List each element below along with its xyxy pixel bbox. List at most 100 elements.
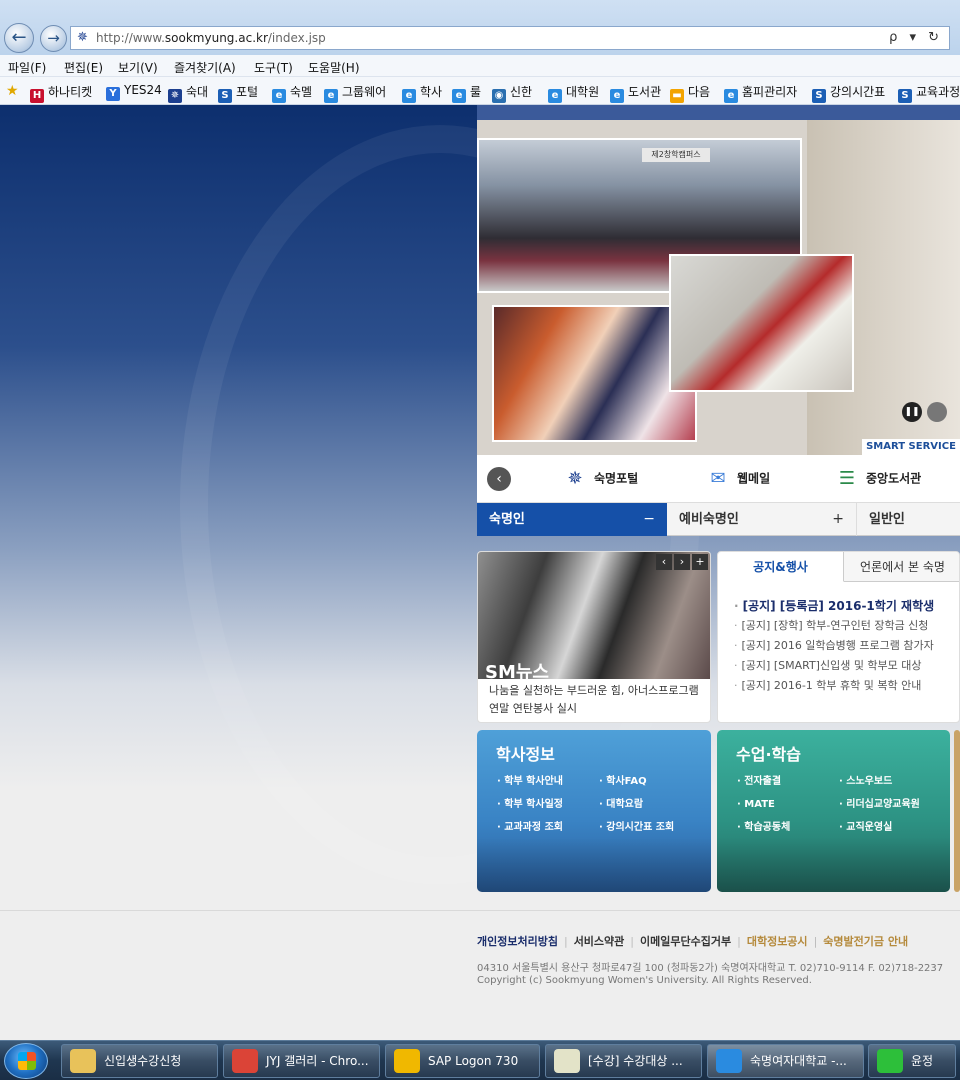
footer-separator: | xyxy=(737,935,741,948)
next-icon[interactable]: › xyxy=(674,554,690,570)
favorite-link[interactable]: ▬ 다음 xyxy=(670,83,710,103)
notice-item[interactable]: [공지] [장학] 학부-연구인턴 장학금 신청 xyxy=(734,616,959,636)
menu-item[interactable]: 도구(T) xyxy=(254,59,293,76)
footer-link[interactable]: 개인정보처리방침 xyxy=(477,935,558,948)
tab-label: 일반인 xyxy=(869,512,905,527)
pause-button[interactable]: ❚❚ xyxy=(902,402,922,422)
menu-item[interactable]: 보기(V) xyxy=(118,59,158,76)
footer-address: 04310 서울특별시 용산구 청파로47길 100 (청파동2가) 숙명여자대… xyxy=(477,963,944,974)
notice-item[interactable]: [공지] [등록금] 2016-1학기 재학생 xyxy=(734,596,959,616)
menu-item[interactable]: 편집(E) xyxy=(64,59,103,76)
menu-item[interactable]: 즐겨찾기(A) xyxy=(174,59,236,76)
quick-links: ‹ ✵ 숙명포털 ✉ 웹메일 ☰ 중앙도서관 xyxy=(477,455,960,503)
favorite-link[interactable]: S 강의시간표 xyxy=(812,83,885,103)
address-tools[interactable]: ρ ▾ ↻ xyxy=(889,30,943,45)
tab-audience-1[interactable]: 예비숙명인 + xyxy=(667,503,857,536)
start-button[interactable] xyxy=(4,1043,48,1079)
favorites-bar: ★ H 하나티켓 Y YES24 ✵ 숙대 S 포털 e 숙멜 e 그룹웨어 e 학사 e 룰 ◉ 신한 e 대학원 e… xyxy=(0,77,960,105)
smart-service-label[interactable]: SMART SERVICE xyxy=(862,439,960,455)
favorite-link[interactable]: ◉ 신한 xyxy=(492,83,532,103)
footer-separator: | xyxy=(813,935,818,948)
footer-link[interactable]: 숙명발전기금 안내 xyxy=(823,935,908,948)
box-link[interactable]: 학부 학사일정 xyxy=(497,793,563,816)
notice-panel: 공지&행사 언론에서 본 숙명 [공지] [등록금] 2016-1학기 재학생[… xyxy=(717,551,960,723)
slide-dot-button[interactable] xyxy=(927,402,947,422)
favorite-label: 홈피관리자 xyxy=(742,85,798,99)
box-link[interactable]: 대학요람 xyxy=(599,793,674,816)
favorite-link[interactable]: H 하나티켓 xyxy=(30,83,92,103)
box-link[interactable]: 학습공동체 xyxy=(737,816,790,839)
quicklinks-prev-button[interactable]: ‹ xyxy=(487,467,511,491)
box-link[interactable]: 스노우보드 xyxy=(839,770,920,793)
favorite-link[interactable]: Y YES24 xyxy=(106,83,162,101)
main-slideshow[interactable]: 제2창학캠퍼스 ❚❚ SMART SERVICE xyxy=(477,120,960,455)
news-caption[interactable]: 나눔을 실천하는 부드러운 힘, 아너스프로그램 연말 연탄봉사 실시 xyxy=(489,682,704,718)
academic-info-col2: 학사FAQ대학요람강의시간표 조회 xyxy=(599,770,674,839)
taskbar-item[interactable]: SAP Logon 730 xyxy=(385,1044,540,1078)
box-link[interactable]: 리더십교양교육원 xyxy=(839,793,920,816)
footer-link[interactable]: 대학정보공시 xyxy=(747,935,808,948)
notice-item[interactable]: [공지] 2016-1 학부 휴학 및 복학 안내 xyxy=(734,676,959,696)
favorites-star-icon[interactable]: ★ xyxy=(6,83,19,99)
chevron-left-icon: ‹ xyxy=(496,471,502,487)
footer-link[interactable]: 이메일무단수집거부 xyxy=(640,935,731,948)
browser-titlebar: ← → ✵ http://www.sookmyung.ac.kr/index.j… xyxy=(0,0,960,55)
footer-link[interactable]: 서비스약관 xyxy=(574,935,625,948)
notice-item[interactable]: [공지] 2016 일학습병행 프로그램 참가자 xyxy=(734,636,959,656)
address-bar[interactable]: ✵ http://www.sookmyung.ac.kr/index.jsp ρ… xyxy=(70,26,950,50)
quicklink-label: 숙명포털 xyxy=(594,471,639,486)
tab-audience-2[interactable]: 일반인 xyxy=(857,503,960,536)
favorite-link[interactable]: e 도서관 xyxy=(610,83,661,103)
taskbar-item[interactable]: 신입생수강신청 xyxy=(61,1044,218,1078)
plus-icon[interactable]: + xyxy=(692,554,708,570)
tab-press[interactable]: 언론에서 본 숙명 xyxy=(844,552,959,582)
box-link[interactable]: 전자출결 xyxy=(737,770,790,793)
menu-item[interactable]: 도움말(H) xyxy=(308,59,360,76)
favorite-link[interactable]: e 대학원 xyxy=(548,83,599,103)
favorite-label: 강의시간표 xyxy=(830,85,886,99)
favorite-label: 룰 xyxy=(470,85,482,99)
minus-icon: − xyxy=(643,511,655,527)
pause-icon: ❚❚ xyxy=(904,407,920,417)
folder-icon xyxy=(70,1049,96,1073)
quicklink-2[interactable]: ☰ 중앙도서관 xyxy=(834,468,921,490)
menu-item[interactable]: 파일(F) xyxy=(8,59,46,76)
favorite-link[interactable]: ✵ 숙대 xyxy=(168,83,208,103)
favorite-link[interactable]: e 그룹웨어 xyxy=(324,83,386,103)
address-url[interactable]: http://www.sookmyung.ac.kr/index.jsp xyxy=(96,31,326,45)
favorite-label: 학사 xyxy=(420,85,443,99)
tab-label: 예비숙명인 xyxy=(679,512,739,527)
box-link[interactable]: 교과과정 조회 xyxy=(497,816,563,839)
favorite-link[interactable]: S 교육과정 xyxy=(898,83,960,103)
box-link[interactable]: MATE xyxy=(737,793,790,816)
favorite-link[interactable]: e 학사 xyxy=(402,83,442,103)
tab-audience-0[interactable]: 숙명인 − xyxy=(477,503,667,536)
favorite-icon: e xyxy=(610,89,624,103)
favorite-label: 숙대 xyxy=(186,85,209,99)
favorite-label: 대학원 xyxy=(566,85,600,99)
box-link[interactable]: 학부 학사안내 xyxy=(497,770,563,793)
favorite-link[interactable]: e 홈피관리자 xyxy=(724,83,797,103)
quicklink-1[interactable]: ✉ 웹메일 xyxy=(705,468,770,490)
taskbar-item[interactable]: 숙명여자대학교 -... xyxy=(707,1044,864,1078)
favorite-link[interactable]: e 숙멜 xyxy=(272,83,312,103)
notice-item[interactable]: [공지] [SMART]신입생 및 학부모 대상 xyxy=(734,656,959,676)
prev-icon[interactable]: ‹ xyxy=(656,554,672,570)
footer-separator: | xyxy=(630,935,635,948)
favorite-link[interactable]: e룰 xyxy=(452,83,481,103)
favorite-icon: S xyxy=(218,89,232,103)
box-link[interactable]: 학사FAQ xyxy=(599,770,674,793)
taskbar-item[interactable]: 윤정 xyxy=(868,1044,956,1078)
box-link[interactable]: 강의시간표 조회 xyxy=(599,816,674,839)
taskbar-item[interactable]: [수강] 수강대상 ... xyxy=(545,1044,702,1078)
tab-notice-events[interactable]: 공지&행사 xyxy=(718,552,844,582)
back-button[interactable]: ← xyxy=(4,23,34,53)
footer-copyright: Copyright (c) Sookmyung Women's Universi… xyxy=(477,975,812,986)
favorite-link[interactable]: S 포털 xyxy=(218,83,258,103)
sm-news-card[interactable]: ‹ › + SM뉴스 나눔을 실천하는 부드러운 힘, 아너스프로그램 연말 연탄봉… xyxy=(477,551,711,723)
quicklink-0[interactable]: ✵ 숙명포털 xyxy=(562,468,638,490)
forward-button[interactable]: → xyxy=(40,25,67,52)
taskbar-item[interactable]: JYJ 갤러리 - Chro... xyxy=(223,1044,380,1078)
box-link[interactable]: 교직운영실 xyxy=(839,816,920,839)
taskbar-label: JYJ 갤러리 - Chro... xyxy=(266,1054,369,1068)
